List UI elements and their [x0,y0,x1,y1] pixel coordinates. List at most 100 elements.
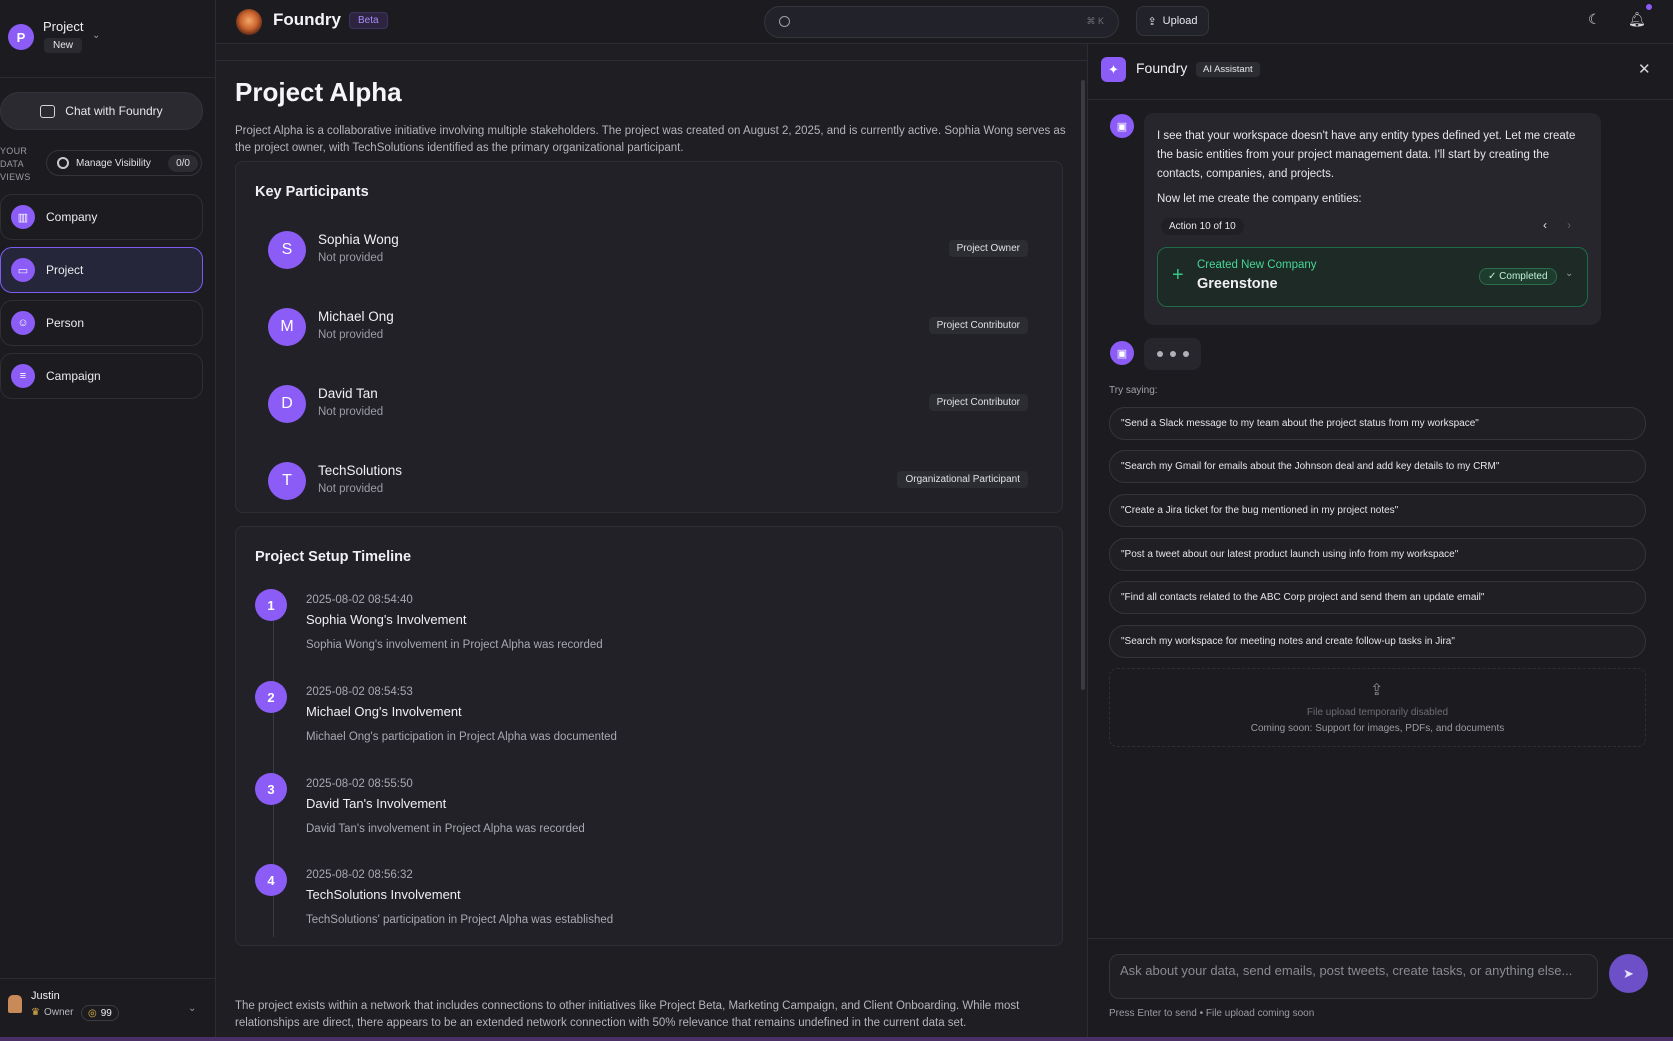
upload-button[interactable]: ⇪ Upload [1136,6,1209,36]
credits-badge: ◎ 99 [81,1005,119,1021]
try-saying-label: Try saying: [1109,385,1158,396]
workspace-switcher[interactable]: P Project New ⌄ [0,0,216,78]
building-icon: ▥ [11,205,35,229]
suggestion-chip[interactable]: "Search my Gmail for emails about the Jo… [1109,450,1646,483]
timeline-timestamp: 2025-08-02 08:54:40 [306,594,413,606]
page-footer-text: The project exists within a network that… [235,1000,1020,1029]
action-kind: Created New Company [1197,259,1317,271]
app-root: P Project New ⌄ Chat with Foundry YOUR D… [0,0,1673,1041]
user-menu[interactable]: Justin ♛ Owner ◎ 99 ⌄ [0,978,216,1041]
notification-dot [1646,4,1652,10]
manage-visibility-label: Manage Visibility [76,157,151,169]
participant-detail: Not provided [318,252,384,264]
timeline-item: 2 2025-08-02 08:54:53 Michael Ong's Invo… [255,681,1035,761]
sidebar-item-campaign[interactable]: ≡ Campaign [0,353,203,399]
send-button[interactable]: ➤ [1609,954,1648,993]
sidebar-item-project[interactable]: ▭ Project [0,247,203,293]
typing-indicator [1144,338,1201,370]
ai-assistant-panel: ✦ Foundry AI Assistant ✕ ▣ I see that yo… [1088,44,1673,1041]
coins-icon: ◎ [88,1007,97,1019]
suggestion-chip[interactable]: "Send a Slack message to my team about t… [1109,407,1646,440]
crown-icon: ♛ [31,1007,40,1018]
sidebar-item-person[interactable]: ☺ Person [0,300,203,346]
participant-detail: Not provided [318,483,384,495]
chat-input[interactable] [1109,954,1598,999]
sidebar-item-label: Campaign [46,369,101,383]
participant-row[interactable]: S Sophia Wong Not provided Project Owner [268,225,1028,277]
card-title: Project Setup Timeline [255,549,412,565]
theme-toggle-moon-icon[interactable]: ☾ [1588,11,1601,28]
chevron-down-icon[interactable]: ⌄ [1565,268,1573,279]
timeline-timestamp: 2025-08-02 08:55:50 [306,778,413,790]
notifications-bell-icon[interactable]: 🔔︎ [1628,11,1646,28]
folder-icon: ▭ [11,258,35,282]
status-badge: ✓ Completed [1479,268,1557,285]
user-name: Justin [31,990,60,1002]
timeline-title: Sophia Wong's Involvement [306,612,467,627]
upload-coming-soon-text: Coming soon: Support for images, PDFs, a… [1250,723,1505,734]
avatar: D [268,385,306,423]
suggestion-chip[interactable]: "Post a tweet about our latest product l… [1109,538,1646,571]
role-badge: Project Owner [948,240,1028,257]
participant-name: Sophia Wong [318,232,399,247]
scrollbar[interactable] [1081,80,1085,690]
user-role-label: Owner [43,1007,74,1018]
suggestion-chip[interactable]: "Create a Jira ticket for the bug mentio… [1109,494,1646,527]
key-participants-card: Key Participants S Sophia Wong Not provi… [235,161,1063,513]
project-setup-timeline-card: Project Setup Timeline 1 2025-08-02 08:5… [235,526,1063,946]
data-views-label: YOUR DATA VIEWS [0,146,31,182]
upload-icon: ⇪ [1147,15,1157,28]
main-content: Project Alpha Project Alpha is a collabo… [216,44,1087,1041]
participant-row[interactable]: D David Tan Not provided Project Contrib… [268,379,1028,431]
visibility-count: 0/0 [168,154,198,172]
avatar [8,995,22,1013]
suggestion-chip[interactable]: "Search my workspace for meeting notes a… [1109,625,1646,658]
status-label: Completed [1499,271,1548,282]
page-description: Project Alpha is a collaborative initiat… [235,125,1066,154]
upload-disabled-text: File upload temporarily disabled [1306,707,1449,718]
sidebar: P Project New ⌄ Chat with Foundry YOUR D… [0,0,216,1041]
search-input[interactable]: ⌘ K [764,6,1119,38]
avatar: S [268,231,306,269]
page-title: Project Alpha [235,77,402,107]
timeline-title: Michael Ong's Involvement [306,704,462,719]
participant-detail: Not provided [318,406,384,418]
chat-with-foundry-button[interactable]: Chat with Foundry [0,92,203,130]
timeline-description: TechSolutions' participation in Project … [306,914,614,926]
action-counter: Action 10 of 10 [1161,218,1244,235]
timeline-step-number: 1 [255,589,287,621]
participant-name: TechSolutions [318,463,403,478]
close-icon[interactable]: ✕ [1638,60,1651,78]
workspace-avatar: P [8,24,34,50]
timeline-item: 4 2025-08-02 08:56:32 TechSolutions Invo… [255,864,1035,944]
assistant-message-text: Now let me create the company entities: [1157,193,1362,205]
timeline-description: David Tan's involvement in Project Alpha… [306,823,585,835]
timeline-step-number: 2 [255,681,287,713]
chevron-left-icon[interactable]: ‹ [1543,218,1547,232]
plus-icon: + [1172,264,1184,286]
participant-row[interactable]: M Michael Ong Not provided Project Contr… [268,302,1028,354]
assistant-message-text: I see that your workspace doesn't have a… [1157,130,1576,180]
action-result-card[interactable]: + Created New Company Greenstone ✓ Compl… [1157,247,1588,307]
avatar: T [268,462,306,500]
chat-button-label: Chat with Foundry [65,104,163,118]
panel-title: Foundry [1136,60,1188,76]
send-icon: ➤ [1623,965,1634,981]
chat-bubble-icon [40,104,56,118]
workspace-badge: New [44,38,83,53]
timeline-description: Michael Ong's participation in Project A… [306,731,617,743]
participant-row[interactable]: T TechSolutions Not provided Organizatio… [268,456,1028,508]
manage-visibility-button[interactable]: Manage Visibility 0/0 [46,150,202,176]
suggestion-chip[interactable]: "Find all contacts related to the ABC Co… [1109,581,1646,614]
composer-hint: Press Enter to send • File upload coming… [1109,1008,1315,1019]
search-shortcut: ⌘ K [1086,16,1104,26]
role-badge: Project Contributor [928,317,1028,334]
typing-dot [1156,351,1163,357]
panel-header: ✦ Foundry AI Assistant ✕ [1088,44,1673,100]
brand-name: Foundry [273,10,341,29]
timeline-item: 1 2025-08-02 08:54:40 Sophia Wong's Invo… [255,589,1035,669]
sidebar-item-company[interactable]: ▥ Company [0,194,203,240]
chevron-right-icon[interactable]: › [1567,218,1571,232]
participant-name: Michael Ong [318,309,394,324]
document-icon: ≡ [11,364,35,388]
